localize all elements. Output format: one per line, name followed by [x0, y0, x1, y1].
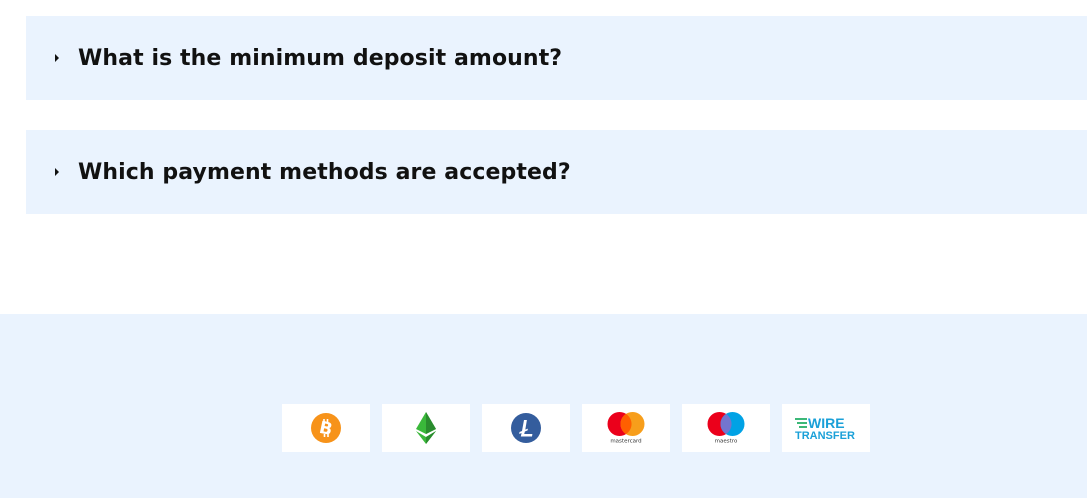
payment-methods-row: B mastercard maestro WIRE TRANSFER: [282, 404, 870, 452]
wire-transfer-icon: WIRE TRANSFER: [795, 415, 855, 442]
payment-card-ethereum: [382, 404, 470, 452]
transfer-label: TRANSFER: [795, 430, 855, 442]
faq-question: What is the minimum deposit amount?: [78, 45, 563, 71]
payment-card-bitcoin: B: [282, 404, 370, 452]
mastercard-icon: mastercard: [607, 412, 645, 445]
payment-card-wire-transfer: WIRE TRANSFER: [782, 404, 870, 452]
caret-right-icon: [55, 168, 59, 176]
maestro-icon: maestro: [707, 412, 745, 445]
faq-item-payment-methods[interactable]: Which payment methods are accepted?: [26, 130, 1087, 214]
payment-card-maestro: maestro: [682, 404, 770, 452]
litecoin-icon: [511, 413, 541, 443]
faq-item-minimum-deposit[interactable]: What is the minimum deposit amount?: [26, 16, 1087, 100]
footer: B mastercard maestro WIRE TRANSFER: [0, 314, 1087, 498]
faq-question: Which payment methods are accepted?: [78, 159, 571, 185]
bitcoin-icon: B: [311, 413, 341, 443]
ethereum-icon: [416, 412, 436, 444]
wire-label: WIRE: [808, 415, 845, 431]
caret-right-icon: [55, 54, 59, 62]
payment-card-mastercard: mastercard: [582, 404, 670, 452]
maestro-label: maestro: [715, 439, 738, 445]
mastercard-label: mastercard: [610, 439, 641, 445]
payment-card-litecoin: [482, 404, 570, 452]
